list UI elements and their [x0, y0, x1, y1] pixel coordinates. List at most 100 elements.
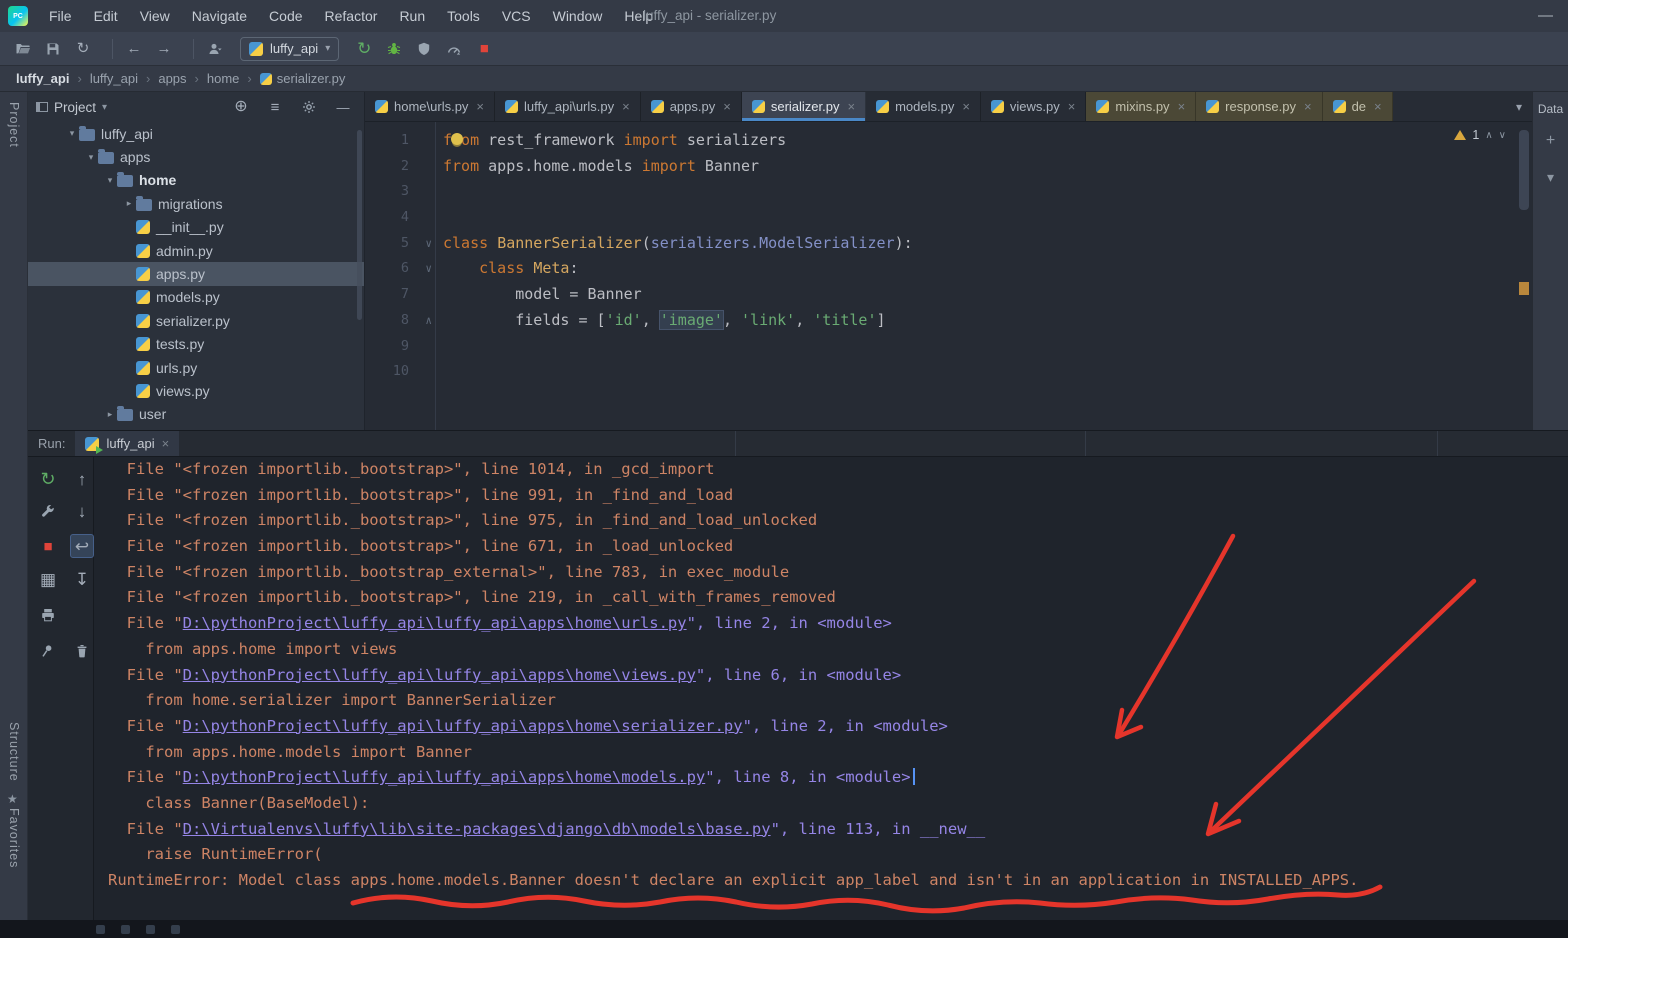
project-panel-title[interactable]: Project	[54, 100, 96, 115]
debug-icon[interactable]	[383, 38, 405, 60]
menu-item-run[interactable]: Run	[388, 0, 436, 32]
profiler-icon[interactable]	[443, 38, 465, 60]
fold-marker-icon[interactable]: ∨	[409, 256, 435, 282]
expand-icon[interactable]: ▸	[122, 198, 136, 209]
tab-response-py[interactable]: response.py ×	[1196, 92, 1323, 121]
tab-views-py[interactable]: views.py ×	[981, 92, 1087, 121]
menu-item-refactor[interactable]: Refactor	[314, 0, 389, 32]
tree-item-luffy-api[interactable]: ▾ luffy_api	[28, 122, 364, 145]
fold-marker-icon[interactable]: ∨	[409, 231, 435, 257]
tree-item-home[interactable]: ▾ home	[28, 169, 364, 192]
close-tab-icon[interactable]: ×	[622, 99, 630, 114]
inspections-widget[interactable]: 1 ∧ ∨	[1454, 128, 1506, 142]
user-icon[interactable]	[204, 38, 226, 60]
save-icon[interactable]	[42, 38, 64, 60]
run-console[interactable]: File "<frozen importlib._bootstrap>", li…	[94, 457, 1568, 920]
tree-item-migrations[interactable]: ▸ migrations	[28, 192, 364, 215]
close-tab-icon[interactable]: ×	[1374, 99, 1382, 114]
chevron-up-icon[interactable]: ∧	[1485, 130, 1492, 141]
database-tool-button[interactable]: Data	[1538, 102, 1563, 116]
close-tab-icon[interactable]: ×	[476, 99, 484, 114]
console-file-link[interactable]: D:\pythonProject\luffy_api\luffy_api\app…	[183, 768, 706, 786]
scrollbar-thumb[interactable]	[1519, 130, 1529, 210]
menu-item-file[interactable]: File	[38, 0, 83, 32]
scroll-end-icon-button[interactable]: ↧	[70, 567, 94, 591]
project-scrollbar[interactable]	[357, 130, 362, 320]
menu-item-vcs[interactable]: VCS	[491, 0, 542, 32]
tab-luffy-api-urls-py[interactable]: luffy_api\urls.py ×	[495, 92, 641, 121]
settings-icon[interactable]	[298, 96, 320, 118]
warning-stripe-mark[interactable]	[1519, 282, 1529, 295]
tree-item-serializer-py[interactable]: serializer.py	[28, 309, 364, 332]
layout-icon-button[interactable]: ▦	[36, 567, 60, 591]
tool-window-button-project[interactable]: Project	[7, 102, 21, 148]
collapse-all-icon[interactable]: ≡	[264, 96, 286, 118]
coverage-icon[interactable]	[413, 38, 435, 60]
expand-icon[interactable]: ▾	[84, 152, 98, 163]
locate-icon[interactable]: ⊕	[230, 96, 252, 118]
menu-item-tools[interactable]: Tools	[436, 0, 491, 32]
build-icon-button[interactable]	[36, 499, 60, 523]
console-file-link[interactable]: D:\pythonProject\luffy_api\luffy_api\app…	[183, 614, 687, 632]
up-icon-button[interactable]: ↑	[70, 467, 94, 491]
run-tab-luffy-api[interactable]: luffy_api ×	[75, 431, 180, 456]
rerun-icon-button[interactable]: ↻	[36, 467, 60, 491]
code-editor[interactable]: 1from rest_framework import serializers2…	[365, 122, 1532, 430]
stop-icon[interactable]: ■	[473, 38, 495, 60]
menu-item-code[interactable]: Code	[258, 0, 313, 32]
menu-item-navigate[interactable]: Navigate	[181, 0, 258, 32]
sync-icon[interactable]: ↻	[72, 38, 94, 60]
editor-scrollbar[interactable]	[1516, 122, 1532, 430]
chevron-down-icon[interactable]: ∨	[1499, 130, 1506, 141]
console-file-link[interactable]: D:\pythonProject\luffy_api\luffy_api\app…	[183, 717, 743, 735]
menu-item-window[interactable]: Window	[542, 0, 614, 32]
menu-item-view[interactable]: View	[129, 0, 181, 32]
console-file-link[interactable]: D:\Virtualenvs\luffy\lib\site-packages\d…	[183, 820, 771, 838]
down-icon-button[interactable]: ↓	[70, 499, 94, 523]
tab-home-urls-py[interactable]: home\urls.py ×	[365, 92, 496, 121]
tree-item-views-py[interactable]: views.py	[28, 379, 364, 402]
print-icon-button[interactable]	[36, 603, 60, 627]
forward-icon[interactable]: →	[153, 38, 175, 60]
fold-marker-icon[interactable]: ∧	[409, 308, 435, 334]
close-icon[interactable]: ×	[162, 436, 170, 451]
expand-icon[interactable]: ▾	[65, 128, 79, 139]
tab-serializer-py[interactable]: serializer.py ×	[741, 92, 867, 121]
status-item[interactable]	[171, 924, 180, 934]
intention-bulb-icon[interactable]	[451, 133, 463, 145]
tree-item-models-py[interactable]: models.py	[28, 286, 364, 309]
close-tab-icon[interactable]: ×	[1068, 99, 1076, 114]
pin-icon-button[interactable]	[36, 639, 60, 663]
add-icon[interactable]: +	[1540, 130, 1562, 152]
tab-models-py[interactable]: models.py ×	[866, 92, 981, 121]
breadcrumb-item-apps[interactable]: apps	[158, 71, 186, 86]
close-tab-icon[interactable]: ×	[1304, 99, 1312, 114]
tool-window-button-structure[interactable]: Structure	[7, 722, 21, 782]
tree-item-apps-py[interactable]: apps.py	[28, 262, 364, 286]
tree-item-tests-py[interactable]: tests.py	[28, 333, 364, 356]
tree-item-urls-py[interactable]: urls.py	[28, 356, 364, 379]
run-config-selector[interactable]: luffy_api ▾	[240, 36, 340, 61]
open-icon[interactable]	[12, 38, 34, 60]
clear-icon-button[interactable]	[70, 639, 94, 663]
stop-icon-button[interactable]: ■	[36, 534, 60, 558]
breadcrumb-item-serializer-py[interactable]: serializer.py	[259, 71, 345, 86]
tab-de[interactable]: de ×	[1322, 92, 1393, 121]
tab-mixins-py[interactable]: mixins.py ×	[1086, 92, 1197, 121]
tree-item-apps[interactable]: ▾ apps	[28, 145, 364, 168]
hide-icon[interactable]: —	[332, 96, 354, 118]
tool-window-button-favorites[interactable]: Favorites	[7, 808, 21, 868]
close-tab-icon[interactable]: ×	[962, 99, 970, 114]
expand-icon[interactable]: ▸	[103, 409, 117, 420]
back-icon[interactable]: ←	[123, 38, 145, 60]
console-file-link[interactable]: D:\pythonProject\luffy_api\luffy_api\app…	[183, 666, 696, 684]
breadcrumb-item-home[interactable]: home	[207, 71, 240, 86]
breadcrumb-item-luffy-api[interactable]: luffy_api	[90, 71, 138, 86]
close-tab-icon[interactable]: ×	[723, 99, 731, 114]
tab-overflow-chevron[interactable]: ▾	[1506, 100, 1532, 114]
close-tab-icon[interactable]: ×	[847, 99, 855, 114]
minimize-button[interactable]: —	[1528, 0, 1563, 32]
run-icon[interactable]: ↻	[353, 38, 375, 60]
menu-item-edit[interactable]: Edit	[83, 0, 129, 32]
close-tab-icon[interactable]: ×	[1178, 99, 1186, 114]
